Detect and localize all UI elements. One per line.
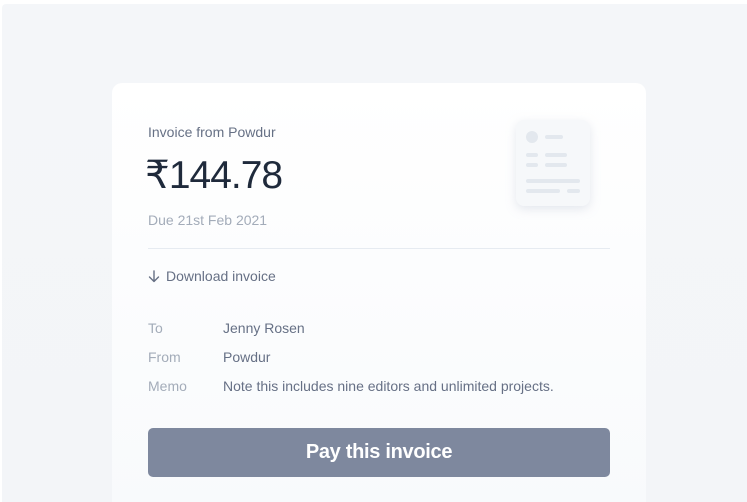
invoice-card: Invoice from Powdur ₹144.78 Due 21st Feb… (112, 83, 646, 502)
download-invoice-label: Download invoice (166, 268, 276, 284)
download-invoice-link[interactable]: Download invoice (148, 268, 276, 284)
illustration-line (526, 179, 580, 183)
pay-invoice-button[interactable]: Pay this invoice (148, 428, 610, 477)
illustration-line (567, 189, 580, 193)
invoice-document-icon (516, 120, 590, 206)
illustration-line (526, 153, 538, 157)
detail-value: Jenny Rosen (223, 320, 305, 336)
invoice-from-label: Invoice from Powdur (148, 124, 276, 140)
arrow-down-icon (148, 269, 160, 283)
detail-row-memo: Memo Note this includes nine editors and… (148, 377, 554, 406)
detail-value: Note this includes nine editors and unli… (223, 378, 554, 394)
page-background: Invoice from Powdur ₹144.78 Due 21st Feb… (2, 4, 747, 502)
due-date: Due 21st Feb 2021 (148, 212, 268, 228)
detail-value: Powdur (223, 349, 271, 365)
illustration-line (545, 153, 567, 157)
detail-key: To (148, 320, 163, 336)
detail-row-from: From Powdur (148, 348, 554, 377)
invoice-amount: ₹144.78 (145, 154, 283, 197)
illustration-line (526, 189, 560, 193)
illustration-dot (526, 131, 538, 143)
detail-key: From (148, 349, 181, 365)
detail-key: Memo (148, 378, 187, 394)
illustration-line (545, 135, 563, 139)
divider (148, 248, 610, 249)
invoice-details: To Jenny Rosen From Powdur Memo Note thi… (148, 319, 554, 406)
illustration-line (545, 163, 567, 167)
illustration-line (526, 163, 538, 167)
detail-row-to: To Jenny Rosen (148, 319, 554, 348)
